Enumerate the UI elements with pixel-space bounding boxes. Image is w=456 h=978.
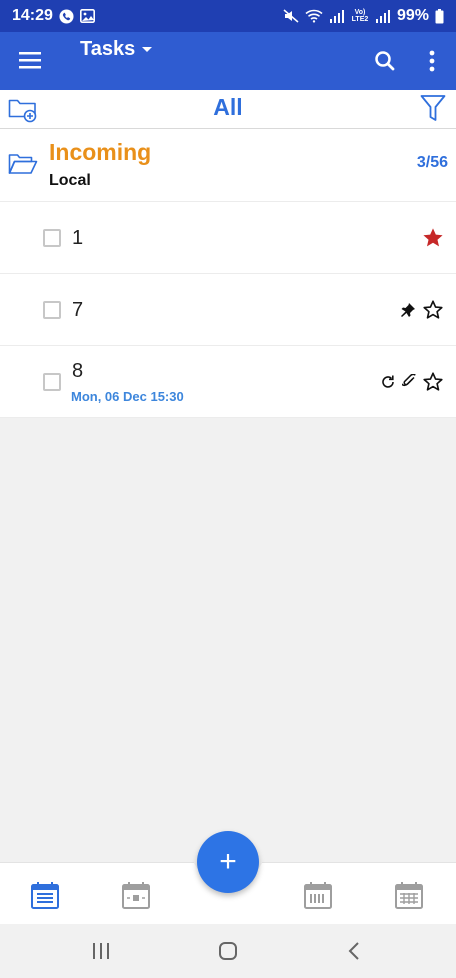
title-dropdown[interactable]: Tasks [80,38,153,61]
battery-percent: 99% [396,7,429,24]
task-title: 1 [72,227,84,249]
tasks-calendar-icon[interactable] [30,880,60,910]
star-filled-icon[interactable] [422,227,444,253]
task-title: 7 [72,299,84,321]
mute-icon [283,9,299,23]
back-button[interactable] [342,939,368,963]
task-list: Incoming Local 3/56 1 7 8 Mon, 06 Dec 15… [0,129,456,418]
gallery-icon [79,9,95,23]
app-bar: Tasks [0,32,456,90]
group-name: Incoming [49,139,152,165]
star-outline-icon[interactable] [422,371,444,397]
task-row[interactable]: 1 [0,202,456,274]
menu-icon[interactable] [18,49,44,71]
task-title: 8 [72,360,84,382]
attachment-icon [400,373,416,395]
home-button[interactable] [215,939,241,963]
network-label: Vo) LTE2 [351,9,369,23]
filter-icon[interactable] [420,94,446,129]
status-time: 14:29 [12,7,53,24]
add-task-button[interactable]: + [197,831,259,893]
task-row[interactable]: 7 [0,274,456,346]
group-header[interactable]: Incoming Local 3/56 [0,129,456,202]
task-due-date: Mon, 06 Dec 15:30 [71,389,184,404]
repeat-icon [380,374,396,395]
task-checkbox[interactable] [43,301,61,319]
recents-button[interactable] [88,939,114,963]
more-vert-icon[interactable] [419,48,445,74]
pin-icon [400,302,416,323]
task-row[interactable]: 8 Mon, 06 Dec 15:30 [0,346,456,418]
task-checkbox[interactable] [43,229,61,247]
battery-icon [435,8,444,24]
day-calendar-icon[interactable] [121,880,151,910]
signal-icon [329,9,345,23]
system-nav-bar [0,924,456,978]
group-count: 3/56 [416,154,448,171]
search-icon[interactable] [372,48,398,74]
task-checkbox[interactable] [43,373,61,391]
task-icons [422,227,444,253]
phone-call-icon [59,8,74,24]
week-calendar-icon[interactable] [303,880,333,910]
wifi-icon [305,9,323,23]
task-icons [400,299,444,325]
dropdown-arrow-icon [141,41,153,59]
status-bar: 14:29 Vo) LTE2 99% [0,0,456,32]
folder-open-icon [8,153,38,180]
signal-icon-2 [375,9,391,23]
page-title: Tasks [80,38,136,60]
task-icons [380,371,444,397]
group-subtitle: Local [49,172,91,189]
filter-title[interactable]: All [0,94,456,121]
month-calendar-icon[interactable] [394,880,424,910]
star-outline-icon[interactable] [422,299,444,325]
filter-bar: All [0,90,456,129]
